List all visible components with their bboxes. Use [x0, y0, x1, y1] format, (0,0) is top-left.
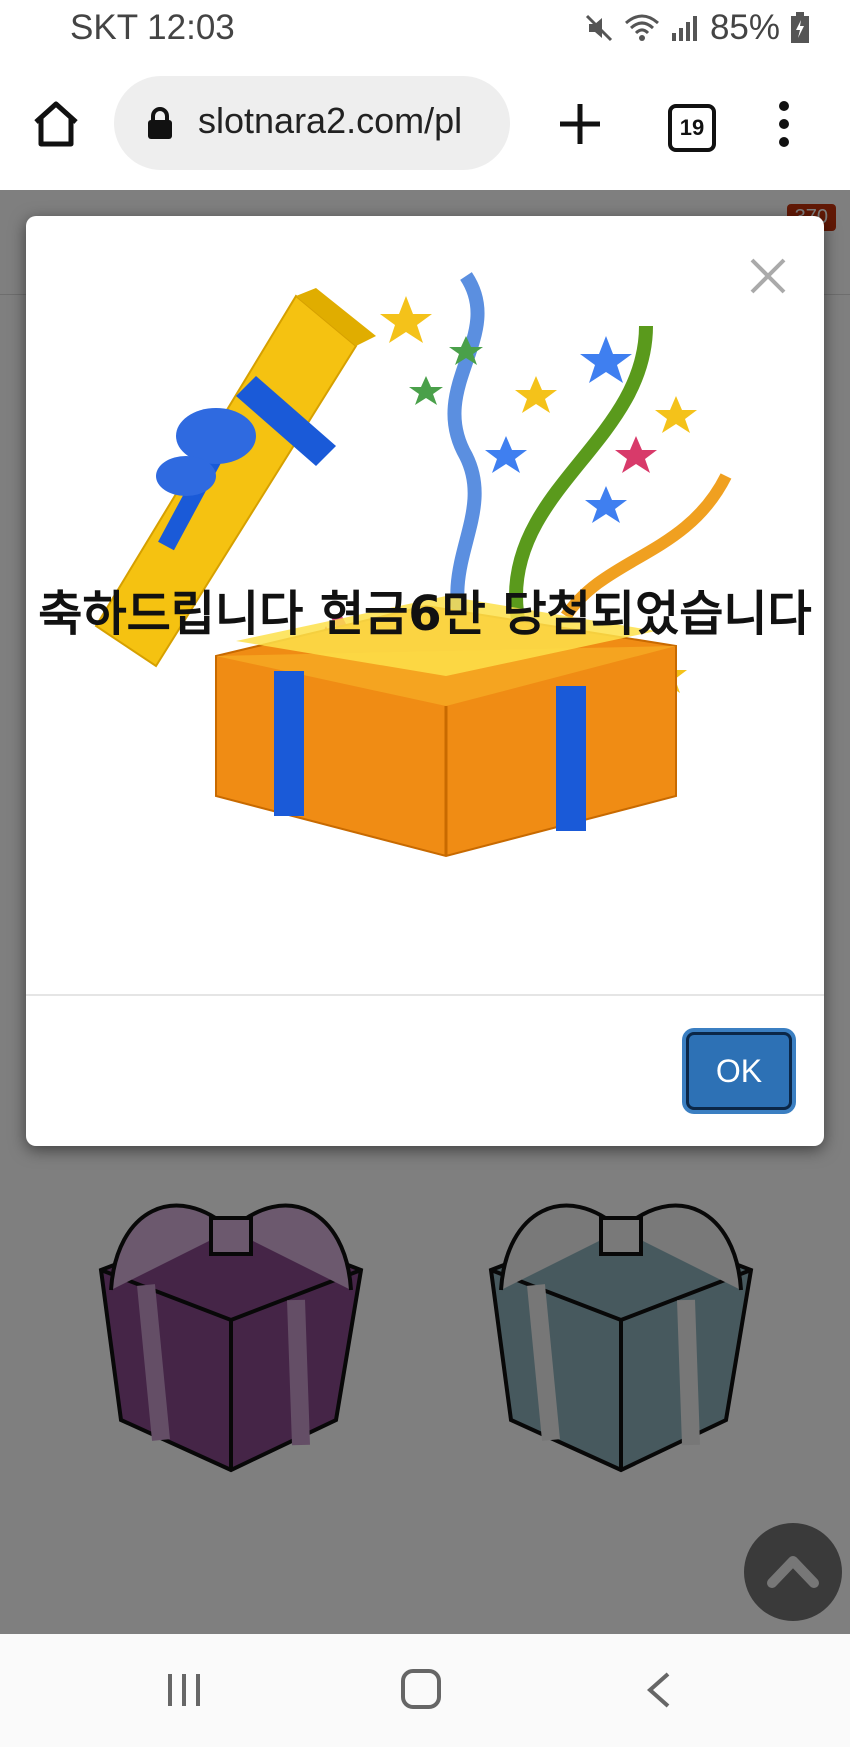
home-nav-icon[interactable] — [400, 1668, 442, 1710]
prize-modal: 축하드립니다 현금6만 당첨되었습니다 OK — [26, 216, 824, 1146]
home-icon[interactable] — [30, 98, 82, 150]
battery-icon — [791, 12, 809, 43]
wifi-icon — [624, 14, 659, 41]
ok-button[interactable]: OK — [686, 1032, 792, 1110]
status-time: SKT 12:03 — [70, 8, 235, 47]
browser-toolbar: slotnara2.com/pl 19 — [0, 60, 850, 191]
url-text: slotnara2.com/pl — [198, 100, 463, 141]
battery-percent: 85% — [709, 8, 780, 47]
status-bar: SKT 12:03 85% — [0, 0, 850, 60]
scroll-top-button[interactable] — [744, 1523, 842, 1621]
back-icon[interactable] — [644, 1670, 674, 1710]
more-icon[interactable] — [772, 100, 796, 148]
recent-apps-icon[interactable] — [164, 1670, 204, 1710]
plus-icon[interactable] — [556, 100, 604, 148]
mute-icon — [585, 14, 612, 42]
system-nav-bar — [0, 1634, 850, 1747]
prize-message: 축하드립니다 현금6만 당첨되었습니다 — [38, 586, 812, 642]
signal-icon — [671, 16, 697, 41]
status-icons: 85% — [584, 8, 810, 48]
modal-divider — [26, 994, 824, 996]
chevron-up-icon — [767, 1556, 819, 1588]
close-icon[interactable] — [748, 256, 788, 296]
address-bar[interactable]: slotnara2.com/pl — [114, 76, 510, 170]
tabs-button[interactable]: 19 — [668, 104, 716, 152]
lock-icon — [148, 107, 172, 139]
